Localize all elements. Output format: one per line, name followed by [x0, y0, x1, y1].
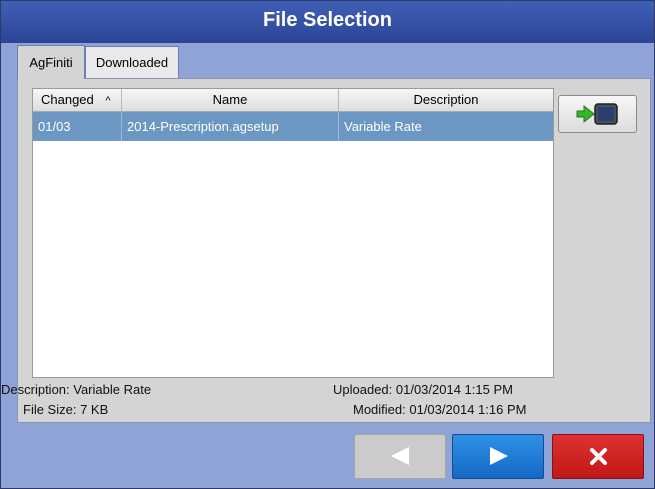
next-button[interactable]: [452, 434, 544, 479]
file-list[interactable]: Changed ^ Name Description 01/03 2014-Pr…: [32, 88, 554, 378]
table-header: Changed ^ Name Description: [33, 89, 553, 112]
title-bar: File Selection: [1, 1, 654, 43]
previous-button[interactable]: [354, 434, 446, 479]
column-header-name[interactable]: Name: [122, 89, 339, 111]
column-header-changed[interactable]: Changed ^: [33, 89, 122, 111]
modified-info: Modified: 01/03/2014 1:16 PM: [353, 402, 527, 417]
arrow-right-icon: [490, 447, 508, 465]
tab-agfiniti[interactable]: AgFiniti: [17, 45, 85, 79]
cell-changed: 01/03: [33, 112, 122, 141]
uploaded-info: Uploaded: 01/03/2014 1:15 PM: [333, 382, 513, 397]
file-selection-window: File Selection AgFiniti Downloaded Chang…: [0, 0, 655, 489]
column-header-description[interactable]: Description: [339, 89, 553, 111]
sort-ascending-icon: ^: [105, 95, 111, 107]
column-header-changed-label: Changed: [41, 92, 94, 107]
tab-downloaded[interactable]: Downloaded: [85, 46, 179, 78]
description-info: Description: Variable Rate: [1, 382, 152, 397]
cancel-button[interactable]: [552, 434, 644, 479]
table-row[interactable]: 01/03 2014-Prescription.agsetup Variable…: [33, 112, 553, 141]
cell-description: Variable Rate: [344, 119, 422, 134]
close-x-icon: [590, 448, 607, 465]
import-button[interactable]: [558, 95, 637, 133]
file-size-info: File Size: 7 KB: [23, 402, 109, 417]
arrow-left-icon: [391, 447, 409, 465]
cell-name: 2014-Prescription.agsetup: [122, 112, 339, 141]
window-title: File Selection: [263, 9, 392, 31]
import-arrow-icon: [576, 103, 618, 125]
